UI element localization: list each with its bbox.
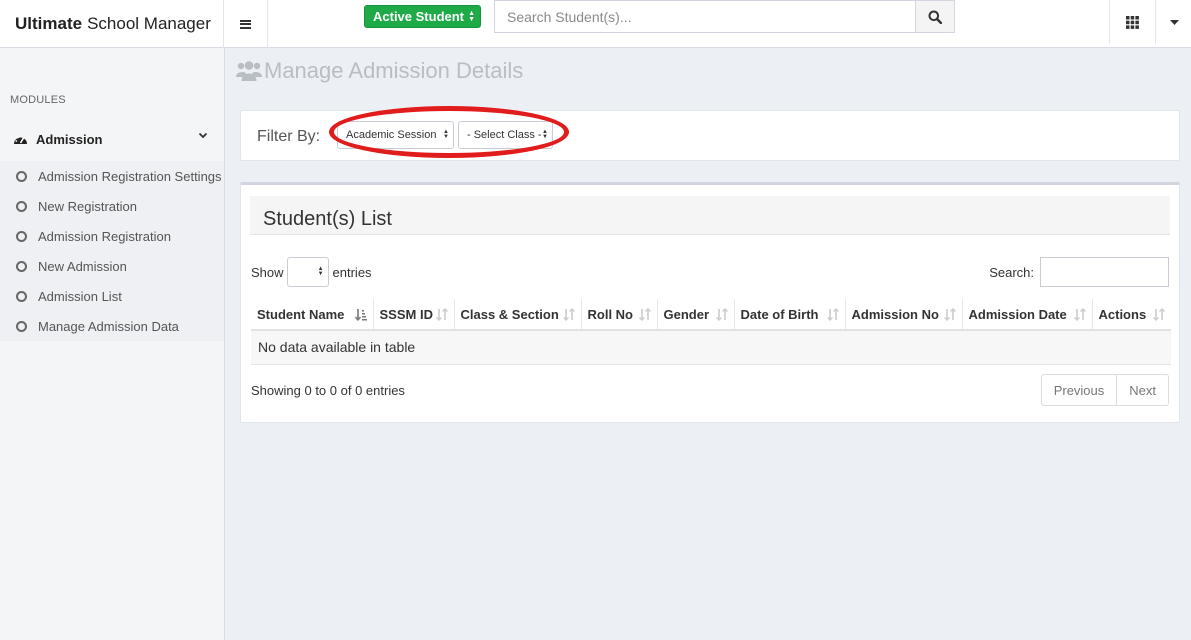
student-list-panel: Student(s) List Show ▲ ▼ entries Search: … xyxy=(240,182,1180,423)
student-status-select[interactable]: Active Student ▲ ▼ xyxy=(364,5,481,28)
table-row: No data available in table xyxy=(251,330,1171,365)
class-select-value: - Select Class - xyxy=(467,129,542,141)
submenu-item-new-registration[interactable]: New Registration xyxy=(0,191,224,221)
sort-icon xyxy=(638,308,651,321)
select-arrows-icon: ▲ ▼ xyxy=(542,129,548,140)
sidebar-section-label: MODULES xyxy=(10,94,66,106)
submenu-item-label: Admission List xyxy=(38,288,122,304)
chevron-down-icon xyxy=(198,132,208,139)
filter-panel: Filter By: Academic Session ▲ ▼ - Select … xyxy=(240,110,1180,161)
column-header-label: Roll No xyxy=(587,306,634,322)
pagination: Previous Next xyxy=(1040,374,1169,406)
hamburger-icon xyxy=(240,19,251,29)
academic-session-value: Academic Session xyxy=(346,129,437,141)
submenu-item-label: New Registration xyxy=(38,198,137,214)
table-search: Search: xyxy=(989,257,1169,287)
sort-icon xyxy=(1073,308,1086,321)
column-header-label: Admission No xyxy=(851,306,939,322)
submenu-item-label: Admission Registration Settings xyxy=(38,168,222,184)
page-title: Manage Admission Details xyxy=(236,58,523,84)
sort-icon xyxy=(562,308,575,321)
students-table: Student Name SSSM ID Class & Section Rol… xyxy=(251,299,1171,365)
sort-icon xyxy=(715,308,728,321)
app-brand[interactable]: Ultimate School Manager xyxy=(0,0,224,48)
column-header[interactable]: Student Name xyxy=(251,299,374,331)
page-title-text: Manage Admission Details xyxy=(264,58,524,83)
users-icon xyxy=(236,61,262,81)
brand-bold: Ultimate xyxy=(15,14,83,33)
column-header[interactable]: SSSM ID xyxy=(373,299,455,331)
column-header[interactable]: Actions xyxy=(1092,299,1171,331)
submenu-item-admission-list[interactable]: Admission List xyxy=(0,281,224,311)
admission-submenu: Admission Registration Settings New Regi… xyxy=(0,161,224,341)
column-header-label: Student Name xyxy=(257,306,345,322)
column-header-label: SSSM ID xyxy=(379,306,433,322)
filter-label: Filter By: xyxy=(257,128,321,145)
list-title: Student(s) List xyxy=(263,208,392,230)
table-header-row: Student Name SSSM ID Class & Section Rol… xyxy=(251,299,1171,331)
brand-rest: School Manager xyxy=(87,14,211,33)
submenu-item-label: Manage Admission Data xyxy=(38,318,179,334)
circle-icon xyxy=(16,170,27,182)
sidebar-item-admission[interactable]: Admission xyxy=(0,124,224,154)
show-label: Show xyxy=(251,264,284,280)
submenu-item-new-admission[interactable]: New Admission xyxy=(0,251,224,281)
submenu-item-manage-admission-data[interactable]: Manage Admission Data xyxy=(0,311,224,341)
caret-down-icon xyxy=(1169,19,1179,25)
column-header[interactable]: Admission No xyxy=(845,299,963,331)
academic-session-select[interactable]: Academic Session ▲ ▼ xyxy=(337,121,454,149)
submenu-item-label: Admission Registration xyxy=(38,228,171,244)
sidebar: MODULES Admission Admission Registration… xyxy=(0,48,225,640)
sort-icon xyxy=(435,308,448,321)
select-arrows-icon: ▲ ▼ xyxy=(317,266,324,277)
table-search-input[interactable] xyxy=(1040,257,1169,287)
table-info: Showing 0 to 0 of 0 entries xyxy=(251,383,405,398)
column-header-label: Gender xyxy=(663,306,710,322)
grid-icon xyxy=(1126,15,1139,29)
column-header[interactable]: Gender xyxy=(657,299,735,331)
search-icon xyxy=(928,10,942,24)
student-search xyxy=(494,0,955,33)
column-header[interactable]: Roll No xyxy=(581,299,658,331)
dashboard-icon xyxy=(14,134,27,144)
column-header[interactable]: Date of Birth xyxy=(734,299,846,331)
list-header: Student(s) List xyxy=(250,196,1170,235)
circle-icon xyxy=(16,200,27,212)
sort-icon xyxy=(943,308,956,321)
table-search-label: Search: xyxy=(989,264,1034,280)
sort-icon xyxy=(1153,308,1165,321)
column-header-label: Date of Birth xyxy=(740,306,819,322)
previous-page-button[interactable]: Previous xyxy=(1042,375,1118,405)
submenu-item-registration-settings[interactable]: Admission Registration Settings xyxy=(0,161,224,191)
circle-icon xyxy=(16,290,27,302)
circle-icon xyxy=(16,320,27,332)
search-button[interactable] xyxy=(915,1,954,32)
class-select[interactable]: - Select Class - ▲ ▼ xyxy=(458,121,553,149)
column-header-label: Admission Date xyxy=(968,306,1067,322)
apps-menu-button[interactable] xyxy=(1109,0,1156,44)
page-length-select[interactable]: ▲ ▼ xyxy=(286,257,329,287)
column-header-label: Class & Section xyxy=(460,306,559,322)
next-page-button[interactable]: Next xyxy=(1117,375,1168,405)
student-status-value: Active Student xyxy=(373,9,465,24)
column-header[interactable]: Admission Date xyxy=(962,299,1093,331)
submenu-item-admission-registration[interactable]: Admission Registration xyxy=(0,221,224,251)
page-length-control: Show ▲ ▼ entries xyxy=(251,257,372,287)
sidebar-toggle-button[interactable] xyxy=(224,0,268,48)
select-arrows-icon: ▲ ▼ xyxy=(443,129,449,140)
user-menu-dropdown[interactable] xyxy=(1157,0,1191,44)
column-header-label: Actions xyxy=(1098,306,1147,322)
select-arrows-icon: ▲ ▼ xyxy=(468,10,475,23)
sort-ascending-icon xyxy=(354,309,367,321)
column-header[interactable]: Class & Section xyxy=(454,299,582,331)
top-header: Ultimate School Manager Active Student ▲… xyxy=(0,0,1191,48)
circle-icon xyxy=(16,230,27,242)
circle-icon xyxy=(16,260,27,272)
sidebar-item-admission-label: Admission xyxy=(36,131,103,147)
entries-label: entries xyxy=(332,264,372,280)
student-search-input[interactable] xyxy=(495,1,915,32)
submenu-item-label: New Admission xyxy=(38,258,127,274)
empty-table-message: No data available in table xyxy=(251,330,1171,365)
sort-icon xyxy=(826,308,839,321)
